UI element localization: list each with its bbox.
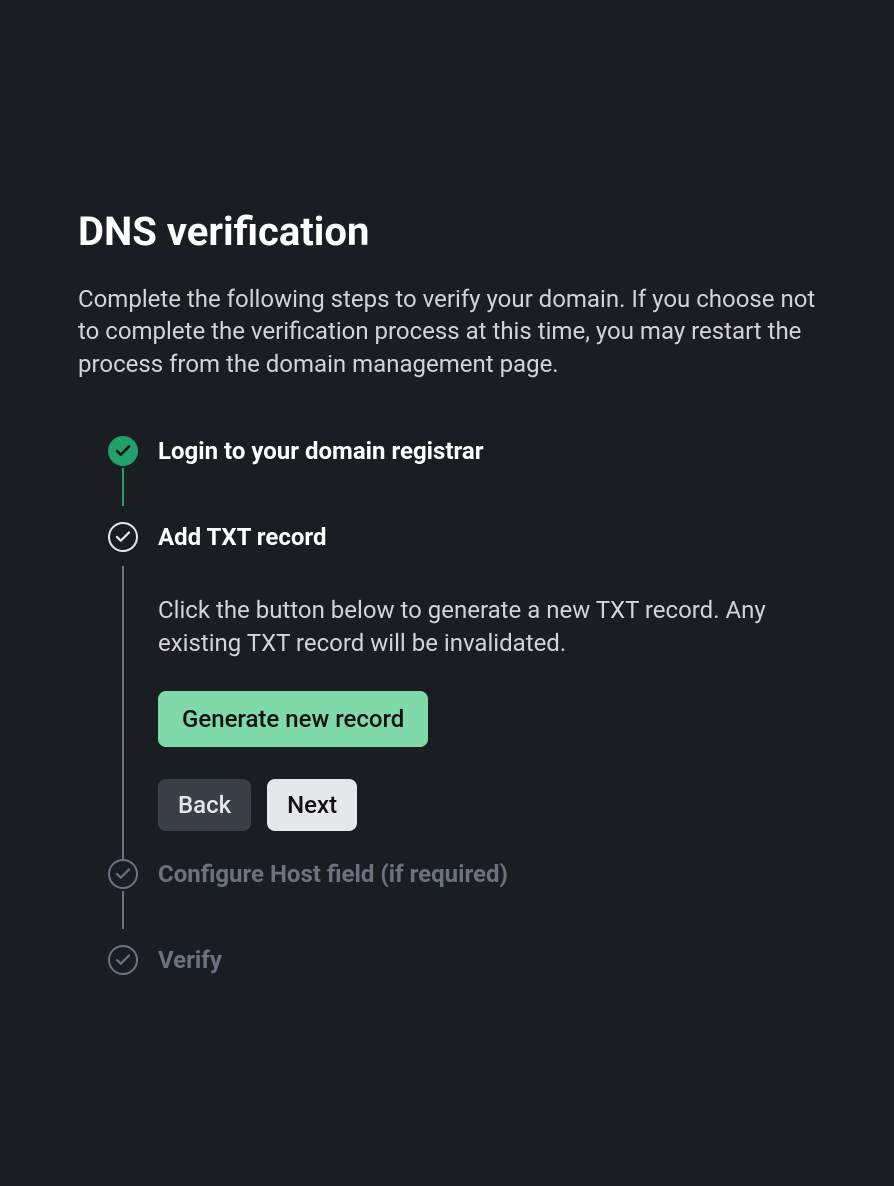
main-content: DNS verification Complete the following … xyxy=(78,78,816,989)
step-title: Login to your domain registrar xyxy=(158,436,816,466)
check-icon xyxy=(108,859,138,889)
nav-buttons: Back Next xyxy=(158,779,816,831)
step-connector xyxy=(122,891,124,929)
page-description: Complete the following steps to verify y… xyxy=(78,283,816,380)
step-login-registrar: Login to your domain registrar xyxy=(108,436,816,480)
step-description: Click the button below to generate a new… xyxy=(158,594,816,659)
back-button[interactable]: Back xyxy=(158,779,251,831)
step-title: Verify xyxy=(158,945,816,975)
step-configure-host: Configure Host field (if required) xyxy=(108,859,816,903)
step-title: Add TXT record xyxy=(158,522,816,552)
generate-record-button[interactable]: Generate new record xyxy=(158,691,428,747)
next-button[interactable]: Next xyxy=(267,779,357,831)
check-icon xyxy=(108,945,138,975)
check-icon xyxy=(108,522,138,552)
page-title: DNS verification xyxy=(78,208,816,255)
step-verify: Verify xyxy=(108,945,816,989)
step-connector xyxy=(122,566,124,859)
steps-list: Login to your domain registrar Add TXT r… xyxy=(78,436,816,989)
step-add-txt-record: Add TXT record xyxy=(108,522,816,566)
check-icon xyxy=(108,436,138,466)
step-body: Click the button below to generate a new… xyxy=(108,566,816,859)
step-connector xyxy=(122,468,124,506)
step-title: Configure Host field (if required) xyxy=(158,859,816,889)
